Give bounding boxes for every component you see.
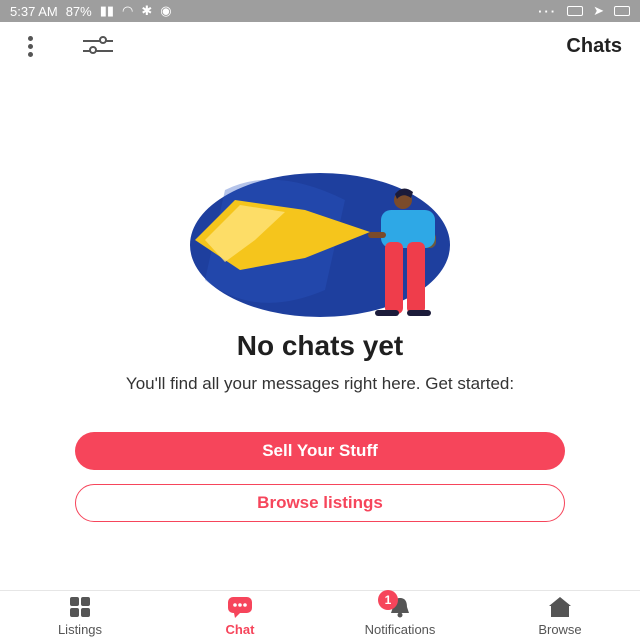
more-options-icon[interactable] [18,30,43,63]
nav-item-listings[interactable]: Listings [20,596,140,637]
nav-label-browse: Browse [538,621,582,637]
nav-item-chat[interactable]: Chat [180,596,300,637]
empty-state-title: No chats yet [236,330,404,361]
notification-badge: 1 [378,589,398,610]
grid-icon [66,596,94,618]
status-right: ··· ➤ [538,3,630,19]
empty-state-description: You'll find all your messages right here… [125,374,515,393]
status-bar: 5:37 AM 87% ▮▮ ◠ ✱ ◉ ··· ➤ [0,0,640,22]
person-leg-right [407,242,425,314]
nav-label-notifications: Notifications [364,621,436,637]
empty-chats-illustration [190,173,450,317]
mail-notification-icon [614,6,630,16]
image-notification-icon [567,6,584,16]
person-leg-left [385,242,403,314]
person-torso [381,210,435,248]
header-actions [18,30,113,63]
home-icon [546,596,574,618]
wifi-icon: ◠ [122,3,134,18]
more-notifications-icon: ··· [538,3,558,19]
nav-item-notifications[interactable]: 1 Notifications [340,589,460,637]
browse-listings-button[interactable]: Browse listings [75,484,565,522]
nav-label-listings: Listings [57,621,103,637]
bell-icon: 1 [378,589,414,618]
filter-icon[interactable] [83,35,113,57]
status-time: 5:37 AM [10,3,58,19]
send-notification-icon: ➤ [593,3,604,18]
bottom-navigation: Listings Chat 1 Notifications Browse [0,589,640,641]
nav-item-browse[interactable]: Browse [500,596,620,637]
signal-icon: ▮▮ [99,3,115,18]
app-header: Chats [0,22,640,70]
page-title: Chats [566,34,622,57]
battery-percent: 87% [65,3,92,19]
bluetooth-icon: ✱ [141,3,153,18]
status-left: 5:37 AM 87% ▮▮ ◠ ✱ ◉ [10,3,172,19]
chat-bubble-icon [226,596,254,618]
sell-your-stuff-button[interactable]: Sell Your Stuff [75,432,565,470]
nav-label-chat: Chat [225,621,255,637]
location-icon: ◉ [160,3,172,18]
person-arm [368,232,386,238]
